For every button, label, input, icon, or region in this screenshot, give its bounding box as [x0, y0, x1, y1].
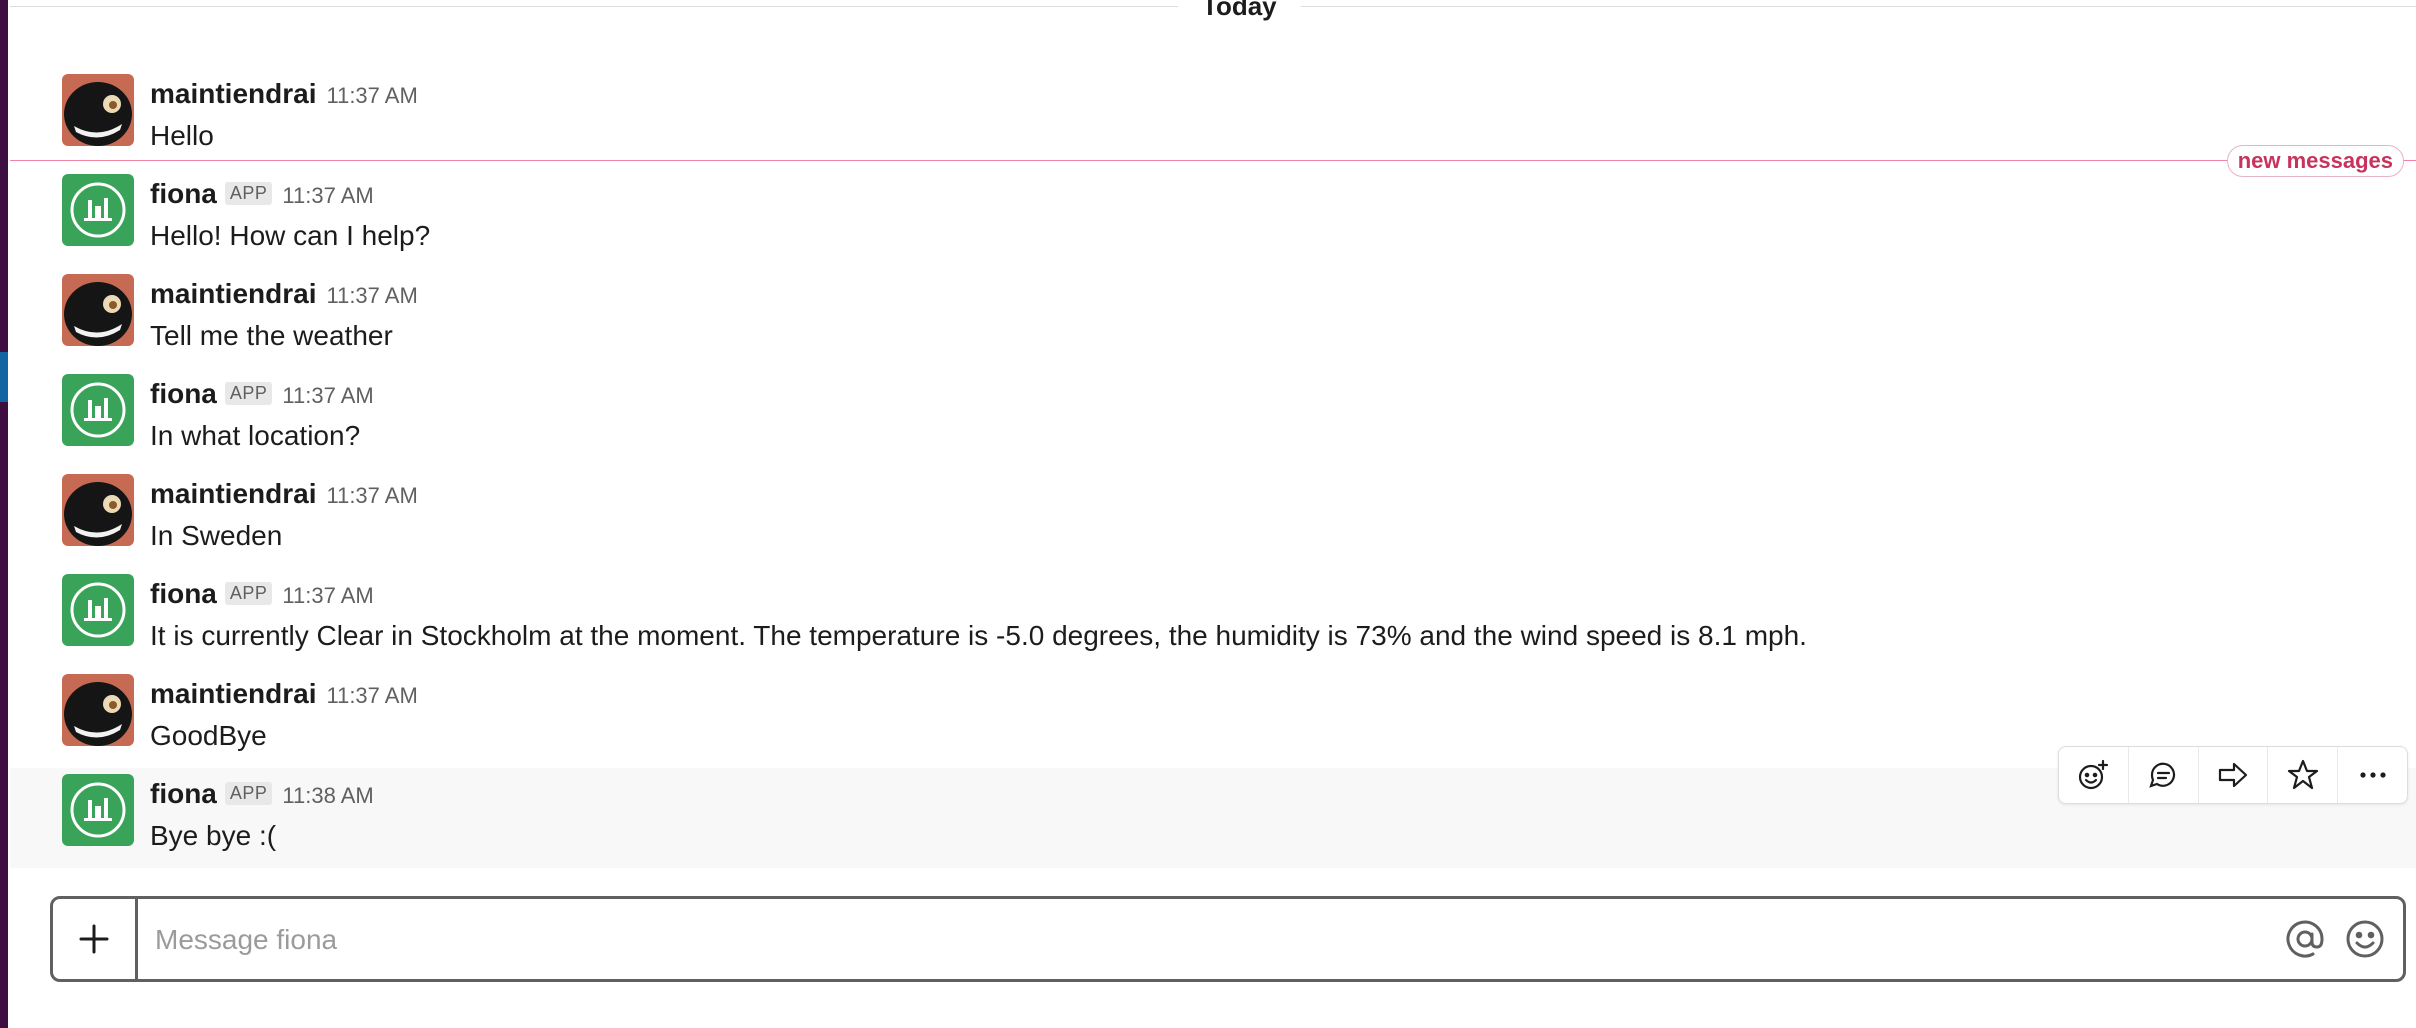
- attach-button[interactable]: [53, 899, 138, 979]
- message-text: GoodBye: [150, 720, 267, 751]
- message-timestamp[interactable]: 11:38 AM: [282, 783, 373, 809]
- message-list: maintiendrai 11:37 AM Hello fiona APP 11…: [10, 68, 2416, 868]
- user-avatar-icon: [62, 74, 134, 146]
- message-author[interactable]: maintiendrai: [150, 78, 316, 110]
- message-composer: [50, 896, 2406, 982]
- app-badge: APP: [224, 782, 273, 805]
- message-author[interactable]: fiona: [150, 578, 217, 610]
- message-timestamp[interactable]: 11:37 AM: [326, 283, 417, 309]
- message-text: Tell me the weather: [150, 320, 393, 351]
- message[interactable]: maintiendrai 11:37 AM Hello: [10, 68, 2416, 168]
- user-avatar-icon: [62, 474, 134, 546]
- message-actions-toolbar: [2058, 746, 2408, 804]
- share-message-button[interactable]: [2199, 747, 2269, 803]
- app-badge: APP: [224, 382, 273, 405]
- mention-icon[interactable]: [2283, 917, 2327, 961]
- avatar[interactable]: [62, 574, 134, 646]
- reply-thread-icon: [2149, 762, 2176, 788]
- avatar[interactable]: [62, 174, 134, 246]
- message[interactable]: fiona APP 11:37 AM In what location?: [10, 368, 2416, 468]
- avatar[interactable]: [62, 74, 134, 146]
- star-message-button[interactable]: [2268, 747, 2339, 803]
- message-timestamp[interactable]: 11:37 AM: [326, 83, 417, 109]
- message[interactable]: maintiendrai 11:37 AM In Sweden: [10, 468, 2416, 568]
- message-text: Hello: [150, 120, 214, 151]
- message-timestamp[interactable]: 11:37 AM: [282, 383, 373, 409]
- avatar[interactable]: [62, 674, 134, 746]
- user-avatar-icon: [62, 674, 134, 746]
- add-reaction-icon: [2079, 759, 2109, 790]
- message-text: In Sweden: [150, 520, 283, 551]
- user-avatar-icon: [62, 274, 134, 346]
- message-author[interactable]: fiona: [150, 178, 217, 210]
- more-actions-icon: [2359, 772, 2386, 778]
- new-messages-label[interactable]: new messages: [2226, 145, 2404, 177]
- message-author[interactable]: maintiendrai: [150, 478, 316, 510]
- message-timestamp[interactable]: 11:37 AM: [282, 183, 373, 209]
- message-author[interactable]: maintiendrai: [150, 678, 316, 710]
- avatar[interactable]: [62, 774, 134, 846]
- message-text: In what location?: [150, 420, 361, 451]
- new-messages-divider: [10, 160, 2416, 161]
- message-timestamp[interactable]: 11:37 AM: [326, 483, 417, 509]
- message-text: Bye bye :(: [150, 820, 277, 851]
- message-timestamp[interactable]: 11:37 AM: [282, 583, 373, 609]
- message-text: Hello! How can I help?: [150, 220, 431, 251]
- reply-thread-button[interactable]: [2129, 747, 2199, 803]
- message-timestamp[interactable]: 11:37 AM: [326, 683, 417, 709]
- day-divider-label[interactable]: Today: [1178, 0, 1301, 20]
- plus-icon: [79, 924, 109, 954]
- bot-avatar-icon: [62, 574, 134, 646]
- app-badge: APP: [224, 582, 273, 605]
- bot-avatar-icon: [62, 374, 134, 446]
- day-divider: Today: [10, 0, 2416, 20]
- message-text: It is currently Clear in Stockholm at th…: [150, 620, 1807, 651]
- message-input[interactable]: [153, 913, 2307, 967]
- message[interactable]: maintiendrai 11:37 AM GoodBye: [10, 668, 2416, 768]
- message-author[interactable]: fiona: [150, 378, 217, 410]
- message[interactable]: fiona APP 11:37 AM It is currently Clear…: [10, 568, 2416, 668]
- message[interactable]: maintiendrai 11:37 AM Tell me the weathe…: [10, 268, 2416, 368]
- emoji-icon[interactable]: [2343, 917, 2387, 961]
- add-reaction-button[interactable]: [2059, 747, 2129, 803]
- share-icon: [2218, 762, 2248, 788]
- sidebar-active-indicator: [0, 352, 8, 402]
- bot-avatar-icon: [62, 774, 134, 846]
- more-actions-button[interactable]: [2338, 747, 2407, 803]
- message[interactable]: fiona APP 11:37 AM Hello! How can I help…: [10, 168, 2416, 268]
- message-author[interactable]: maintiendrai: [150, 278, 316, 310]
- message[interactable]: fiona APP 11:38 AM Bye bye :(: [10, 768, 2416, 868]
- star-icon: [2287, 759, 2318, 790]
- avatar[interactable]: [62, 374, 134, 446]
- bot-avatar-icon: [62, 174, 134, 246]
- app-badge: APP: [224, 182, 273, 205]
- avatar[interactable]: [62, 474, 134, 546]
- avatar[interactable]: [62, 274, 134, 346]
- message-author[interactable]: fiona: [150, 778, 217, 810]
- workspace-sidebar-edge: [0, 0, 8, 1028]
